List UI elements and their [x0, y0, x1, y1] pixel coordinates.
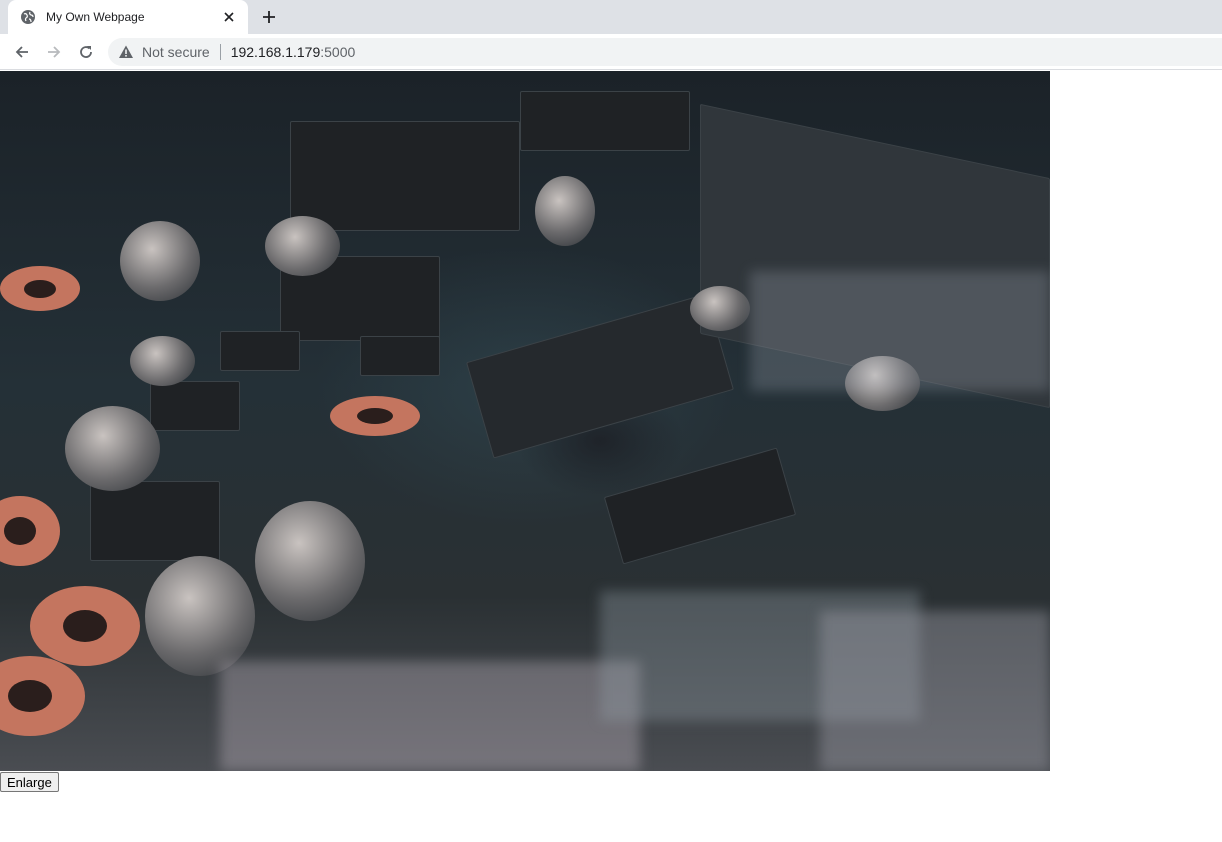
forward-button[interactable] [40, 38, 68, 66]
browser-toolbar: Not secure 192.168.1.179:5000 [0, 34, 1222, 70]
arrow-right-icon [48, 46, 61, 58]
close-icon[interactable] [220, 8, 238, 26]
tab-title: My Own Webpage [46, 10, 145, 24]
reload-icon [80, 46, 92, 58]
address-bar[interactable]: Not secure 192.168.1.179:5000 [108, 38, 1222, 66]
new-tab-button[interactable] [258, 6, 280, 28]
enlarge-button[interactable]: Enlarge [0, 772, 59, 792]
tab-strip: My Own Webpage [0, 0, 1222, 34]
back-button[interactable] [8, 38, 36, 66]
warning-icon[interactable] [118, 44, 134, 60]
security-label[interactable]: Not secure [142, 44, 210, 60]
globe-icon [20, 9, 36, 25]
address-divider [219, 44, 221, 60]
plus-icon [263, 11, 275, 23]
url-host: 192.168.1.179 [230, 44, 321, 60]
page-content: Enlarge [0, 71, 1222, 842]
browser-tab[interactable]: My Own Webpage [8, 0, 248, 34]
circuit-board-image [0, 71, 1050, 771]
arrow-left-icon [15, 46, 28, 58]
reload-button[interactable] [72, 38, 100, 66]
url-port: :5000 [320, 44, 356, 60]
